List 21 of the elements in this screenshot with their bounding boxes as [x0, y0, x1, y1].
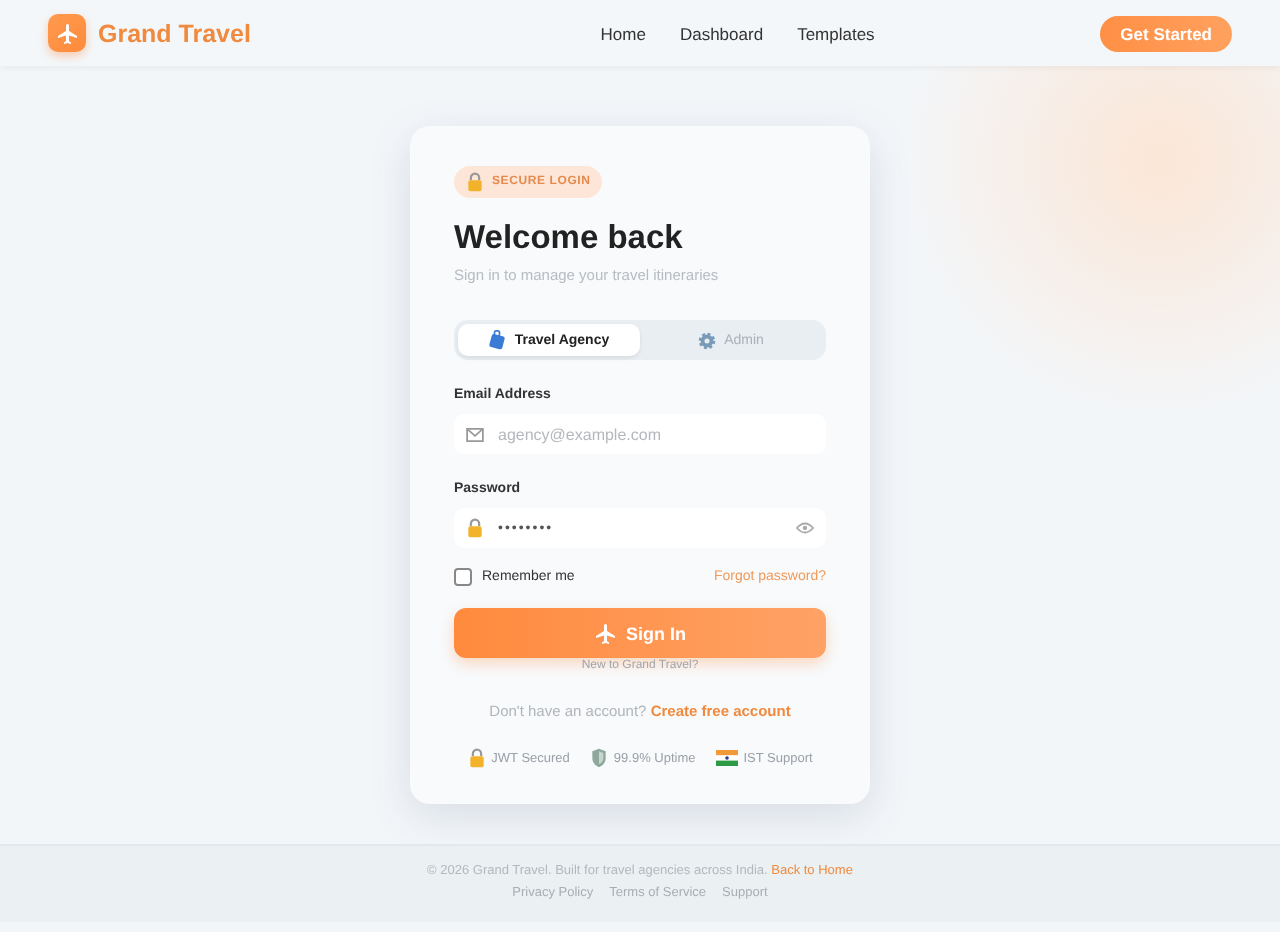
lock-icon [466, 172, 484, 192]
get-started-button[interactable]: Get Started [1100, 15, 1232, 51]
plane-icon [55, 21, 79, 45]
shield-icon [589, 748, 608, 768]
luggage-icon [488, 330, 507, 350]
nav-link[interactable]: Templates [797, 23, 875, 43]
gear-icon [698, 331, 717, 349]
sign-in-button[interactable]: Sign In [454, 608, 826, 658]
lock-icon [467, 748, 486, 768]
remember-checkbox[interactable] [454, 568, 472, 586]
plane-icon [594, 621, 618, 645]
mail-icon [466, 427, 484, 441]
nav-link[interactable]: Home [600, 23, 646, 43]
india-flag-icon [715, 750, 738, 766]
brand-name[interactable]: Grand Travel [98, 19, 251, 47]
welcome-heading: Welcome back [454, 220, 685, 258]
email-field[interactable]: agency@example.com [454, 414, 826, 454]
eye-icon[interactable] [796, 522, 814, 534]
logo-icon[interactable] [48, 14, 86, 52]
nav-link[interactable]: Dashboard [679, 23, 764, 43]
lock-icon [466, 518, 484, 538]
